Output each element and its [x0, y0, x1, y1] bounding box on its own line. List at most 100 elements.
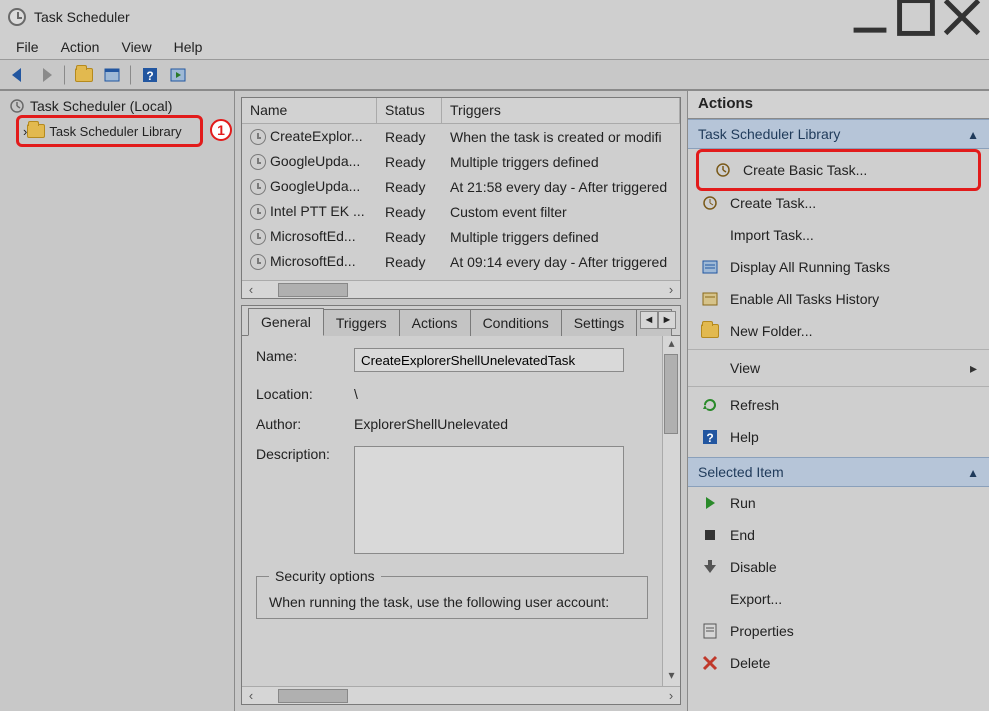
action-export[interactable]: Export...: [688, 583, 989, 615]
action-label: Export...: [730, 591, 977, 607]
clock-icon: [250, 254, 266, 270]
table-row[interactable]: MicrosoftEd...ReadyAt 09:14 every day - …: [242, 249, 680, 274]
table-row[interactable]: CreateExplor...ReadyWhen the task is cre…: [242, 124, 680, 149]
action-new-folder[interactable]: New Folder...: [688, 315, 989, 347]
scroll-left-icon[interactable]: ‹: [242, 688, 260, 703]
tab-actions[interactable]: Actions: [399, 309, 471, 336]
folder-icon: [700, 321, 720, 341]
action-properties[interactable]: Properties: [688, 615, 989, 647]
menu-help[interactable]: Help: [164, 36, 213, 58]
tree-library-item[interactable]: › Task Scheduler Library: [19, 118, 200, 144]
task-list-header: Name Status Triggers: [242, 98, 680, 124]
task-status: Ready: [377, 129, 442, 145]
action-create-task[interactable]: Create Task...: [688, 187, 989, 219]
column-triggers[interactable]: Triggers: [442, 98, 680, 123]
tab-conditions[interactable]: Conditions: [470, 309, 562, 336]
annotation-marker-1: 1: [210, 119, 232, 141]
task-name: MicrosoftEd...: [270, 228, 356, 244]
actions-body: Create Basic Task... 2 Create Task... Im…: [688, 149, 989, 711]
clock-new-icon: [713, 160, 733, 180]
blank-icon: [700, 225, 720, 245]
action-help[interactable]: ? Help: [688, 421, 989, 453]
collapse-icon[interactable]: ▲: [967, 128, 979, 142]
tab-scroll-right[interactable]: ►: [658, 311, 676, 329]
scroll-left-icon[interactable]: ‹: [242, 282, 260, 297]
help-button[interactable]: ?: [138, 63, 162, 87]
details-hscroll[interactable]: ‹ ›: [242, 686, 680, 704]
toolbar-separator: [64, 65, 66, 85]
table-row[interactable]: GoogleUpda...ReadyAt 21:58 every day - A…: [242, 174, 680, 199]
details-vscroll[interactable]: ▴ ▾: [662, 336, 680, 686]
minimize-button[interactable]: [847, 2, 893, 32]
task-status: Ready: [377, 229, 442, 245]
field-author-label: Author:: [256, 416, 354, 432]
actions-section-selected[interactable]: Selected Item ▲: [688, 457, 989, 487]
actions-section-library-label: Task Scheduler Library: [698, 126, 840, 142]
annotation-box-2: Create Basic Task...: [696, 149, 981, 191]
task-name: CreateExplor...: [270, 128, 363, 144]
nav-forward-button[interactable]: [34, 63, 58, 87]
action-end[interactable]: End: [688, 519, 989, 551]
properties-button[interactable]: [100, 63, 124, 87]
titlebar: Task Scheduler: [0, 0, 989, 34]
main-content: Task Scheduler (Local) › Task Scheduler …: [0, 90, 989, 711]
scroll-up-icon[interactable]: ▴: [663, 336, 680, 354]
scroll-right-icon[interactable]: ›: [662, 688, 680, 703]
tab-settings[interactable]: Settings: [561, 309, 638, 336]
action-delete[interactable]: Delete: [688, 647, 989, 679]
action-disable[interactable]: Disable: [688, 551, 989, 583]
maximize-icon: [893, 0, 939, 40]
field-description-input[interactable]: [354, 446, 624, 554]
field-name-input[interactable]: [354, 348, 624, 372]
action-enable-history[interactable]: Enable All Tasks History: [688, 283, 989, 315]
field-name-label: Name:: [256, 348, 354, 364]
clock-icon: [250, 204, 266, 220]
action-label: View: [730, 360, 960, 376]
run-icon: [169, 66, 187, 84]
tab-scroll: ◄ ►: [640, 311, 676, 329]
menu-file[interactable]: File: [6, 36, 49, 58]
window-icon: [103, 66, 121, 84]
field-location-value: \: [354, 386, 648, 402]
help-icon: ?: [141, 66, 159, 84]
blank-icon: [700, 358, 720, 378]
scroll-thumb[interactable]: [664, 354, 678, 434]
toolbar: ?: [0, 60, 989, 90]
task-list-hscroll[interactable]: ‹ ›: [242, 280, 680, 298]
collapse-icon[interactable]: ▲: [967, 466, 979, 480]
table-row[interactable]: GoogleUpda...ReadyMultiple triggers defi…: [242, 149, 680, 174]
action-label: Help: [730, 429, 977, 445]
action-create-basic-task[interactable]: Create Basic Task...: [701, 154, 976, 186]
task-triggers: At 21:58 every day - After triggered: [442, 179, 680, 195]
action-view[interactable]: View ▸: [688, 352, 989, 384]
actions-section-library[interactable]: Task Scheduler Library ▲: [688, 119, 989, 149]
table-row[interactable]: MicrosoftEd... ReadyMultiple triggers def…: [242, 224, 680, 249]
actions-header: Actions: [688, 91, 989, 119]
table-row[interactable]: Intel PTT EK ...ReadyCustom event filter: [242, 199, 680, 224]
menu-view[interactable]: View: [111, 36, 161, 58]
nav-back-button[interactable]: [6, 63, 30, 87]
task-details: General Triggers Actions Conditions Sett…: [241, 305, 681, 705]
tab-scroll-left[interactable]: ◄: [640, 311, 658, 329]
action-refresh[interactable]: Refresh: [688, 389, 989, 421]
column-name[interactable]: Name: [242, 98, 377, 123]
action-display-running-tasks[interactable]: Display All Running Tasks: [688, 251, 989, 283]
action-import-task[interactable]: Import Task...: [688, 219, 989, 251]
scroll-right-icon[interactable]: ›: [662, 282, 680, 297]
tree-root[interactable]: Task Scheduler (Local): [4, 95, 234, 117]
tab-triggers[interactable]: Triggers: [323, 309, 400, 336]
scroll-thumb[interactable]: [278, 689, 348, 703]
maximize-button[interactable]: [893, 2, 939, 32]
tab-general[interactable]: General: [248, 308, 324, 336]
stop-icon: [700, 525, 720, 545]
menu-action[interactable]: Action: [51, 36, 110, 58]
task-triggers: Multiple triggers defined: [442, 229, 680, 245]
annotation-box-1: › Task Scheduler Library: [16, 115, 203, 147]
open-folder-button[interactable]: [72, 63, 96, 87]
run-button[interactable]: [166, 63, 190, 87]
scroll-thumb[interactable]: [278, 283, 348, 297]
action-run[interactable]: Run: [688, 487, 989, 519]
column-status[interactable]: Status: [377, 98, 442, 123]
scroll-down-icon[interactable]: ▾: [663, 668, 680, 686]
close-button[interactable]: [939, 2, 985, 32]
